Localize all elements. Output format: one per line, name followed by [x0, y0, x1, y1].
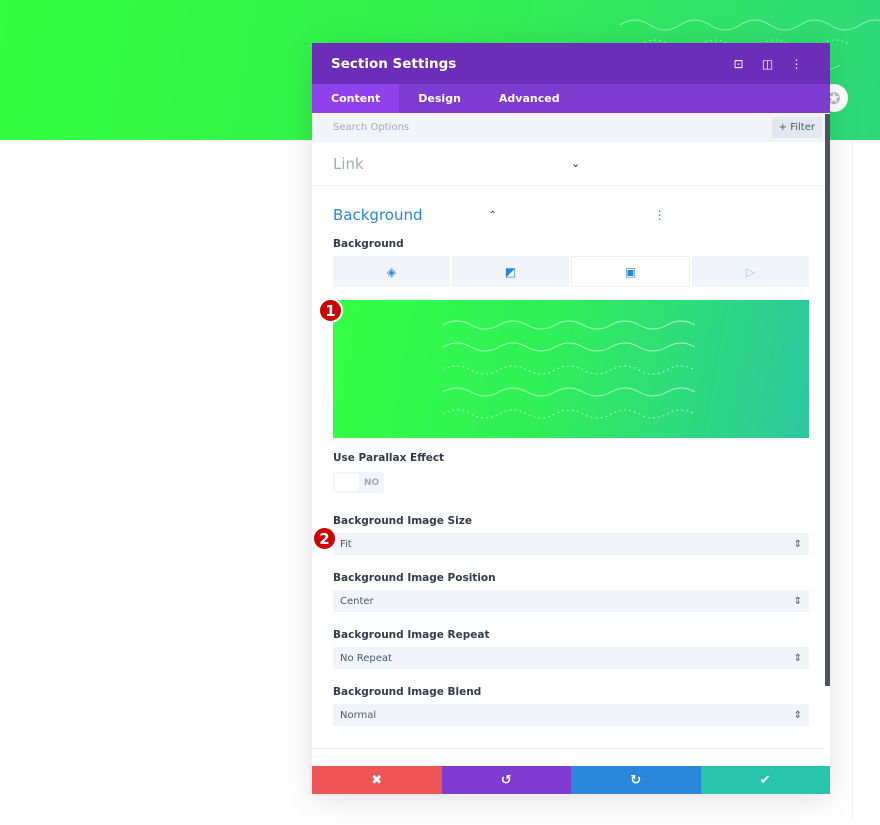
search-input[interactable]: Search Options: [333, 122, 772, 133]
select-arrows-icon: ⇕: [793, 595, 802, 607]
tab-design[interactable]: Design: [399, 84, 480, 113]
chevron-up-icon: ⌃: [488, 209, 497, 221]
redo-button[interactable]: ↻: [571, 766, 701, 794]
select-value: Fit: [340, 538, 352, 550]
select-value: Normal: [340, 709, 377, 721]
more-vertical-icon[interactable]: ⋮: [782, 57, 811, 71]
more-vertical-icon[interactable]: ⋮: [654, 208, 809, 222]
select-arrows-icon: ⇕: [793, 538, 802, 550]
background-section-title: Background: [333, 206, 423, 224]
select-value: Center: [340, 595, 374, 607]
step-badge-1: 1: [318, 298, 343, 323]
scrollbar[interactable]: [825, 114, 830, 686]
section-settings-modal: Section Settings ⊡ ◫ ⋮ Content Design Ad…: [312, 43, 830, 794]
select-value: No Repeat: [340, 652, 392, 664]
toggle-value: NO: [364, 477, 380, 488]
link-section-toggle[interactable]: Link ⌄: [312, 142, 830, 186]
modal-footer: ✖ ↺ ↻ ✔: [312, 766, 830, 794]
focus-icon[interactable]: ⊡: [724, 57, 753, 71]
video-icon[interactable]: ▷: [692, 256, 809, 287]
background-label: Background: [333, 238, 404, 250]
color-icon[interactable]: ◈: [333, 256, 450, 287]
save-button[interactable]: ✔: [700, 766, 830, 794]
image-repeat-select[interactable]: No Repeat ⇕: [333, 647, 809, 669]
background-section-toggle[interactable]: Background ⌃ ⋮: [312, 186, 830, 224]
image-blend-select[interactable]: Normal ⇕: [333, 704, 809, 726]
image-size-select[interactable]: Fit ⇕: [333, 533, 809, 555]
image-blend-label: Background Image Blend: [333, 686, 482, 698]
filter-button[interactable]: + Filter: [771, 117, 822, 138]
cancel-button[interactable]: ✖: [312, 766, 442, 794]
gradient-icon[interactable]: ◩: [452, 256, 569, 287]
parallax-toggle[interactable]: NO: [333, 472, 384, 493]
toggle-knob: [335, 474, 359, 491]
step-badge-2: 2: [312, 526, 337, 551]
tab-advanced[interactable]: Advanced: [480, 84, 579, 113]
link-section-title: Link: [333, 154, 364, 173]
tab-bar: Content Design Advanced: [312, 84, 830, 113]
background-type-tabs: ◈ ◩ ▣ ▷: [333, 256, 809, 287]
tab-content[interactable]: Content: [312, 84, 400, 113]
background-image-preview[interactable]: [333, 300, 809, 438]
image-size-label: Background Image Size: [333, 515, 472, 527]
image-repeat-label: Background Image Repeat: [333, 629, 490, 641]
divider: [312, 748, 824, 749]
parallax-label: Use Parallax Effect: [333, 452, 445, 464]
image-position-select[interactable]: Center ⇕: [333, 590, 809, 612]
modal-header: Section Settings ⊡ ◫ ⋮: [312, 43, 830, 84]
image-position-label: Background Image Position: [333, 572, 496, 584]
select-arrows-icon: ⇕: [793, 709, 802, 721]
modal-title: Section Settings: [331, 55, 457, 72]
chevron-down-icon: ⌄: [571, 157, 581, 170]
select-arrows-icon: ⇕: [793, 652, 802, 664]
search-bar: Search Options + Filter: [312, 113, 830, 142]
split-view-icon[interactable]: ◫: [753, 57, 782, 71]
undo-button[interactable]: ↺: [441, 766, 571, 794]
image-icon[interactable]: ▣: [571, 256, 690, 287]
wave-pattern: [442, 320, 696, 419]
page-sidebar-edge: [829, 140, 853, 820]
